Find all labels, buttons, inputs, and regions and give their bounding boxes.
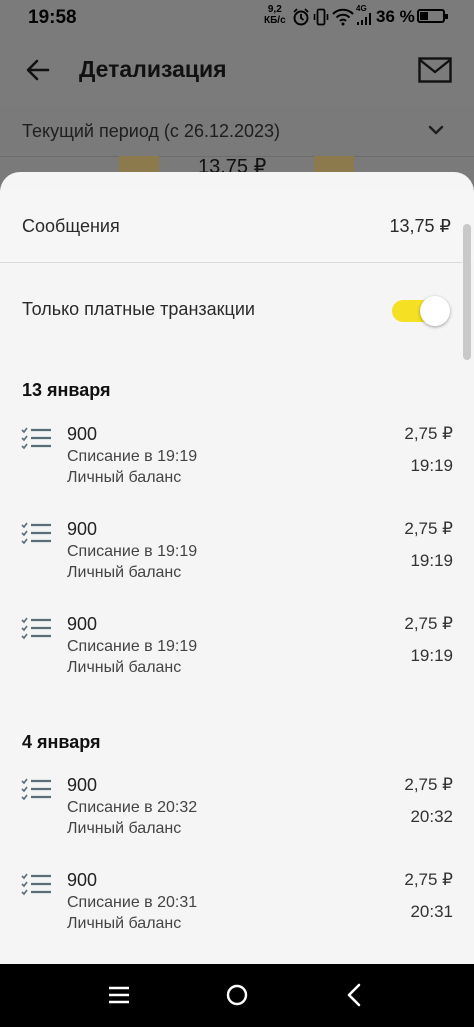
transaction-amount: 2,75 ₽ (404, 614, 453, 633)
recent-apps-icon[interactable] (108, 986, 130, 1004)
transaction-row[interactable]: 900 Списание в 19:19 Личный баланс 2,75 … (0, 424, 474, 512)
transaction-description: Списание в 19:19 (67, 543, 198, 560)
battery-icon (417, 9, 448, 23)
date-heading: 4 января (22, 732, 101, 752)
transaction-amount: 2,75 ₽ (404, 519, 453, 538)
net-speed-value: 9,2 (267, 4, 282, 15)
checklist-icon (21, 778, 51, 801)
summary-value: 13,75 ₽ (389, 216, 452, 236)
transaction-time: 19:19 (410, 646, 453, 665)
transaction-number: 900 (67, 614, 98, 634)
checklist-icon (21, 873, 51, 896)
transaction-time: 19:19 (410, 551, 453, 570)
date-heading: 13 января (22, 380, 111, 400)
transaction-source: Личный баланс (67, 915, 182, 932)
paid-only-toggle[interactable] (392, 296, 452, 326)
transaction-source: Личный баланс (67, 820, 182, 837)
battery-percent: 36 % (376, 7, 415, 26)
page-title: Детализация (79, 56, 227, 82)
transaction-description: Списание в 19:19 (67, 638, 198, 655)
transaction-row[interactable]: 900 Списание в 20:31 Личный баланс 2,75 … (0, 870, 474, 958)
transaction-number: 900 (67, 775, 98, 795)
transaction-source: Личный баланс (67, 564, 182, 581)
scrollbar[interactable] (463, 224, 471, 360)
transaction-number: 900 (67, 519, 98, 539)
net-speed-unit: КБ/с (264, 15, 286, 26)
summary-label: Сообщения (22, 216, 120, 236)
transaction-description: Списание в 19:19 (67, 448, 198, 465)
transaction-row[interactable]: 900 Списание в 19:19 Личный баланс 2,75 … (0, 519, 474, 607)
transaction-row[interactable]: 900 Списание в 19:19 Личный баланс 2,75 … (0, 614, 474, 702)
back-nav-icon[interactable] (345, 983, 363, 1007)
vibrate-icon (313, 8, 329, 26)
status-bar: 19:58 9,2 КБ/с 4G 36 % (0, 0, 474, 34)
home-icon[interactable] (226, 984, 248, 1006)
period-label: Текущий период (с 26.12.2023) (22, 121, 281, 141)
wifi-icon (332, 8, 354, 26)
transaction-source: Личный баланс (67, 469, 182, 486)
bottom-sheet: Сообщения 13,75 ₽ Только платные транзак… (0, 172, 474, 964)
checklist-icon (21, 617, 51, 640)
signal-icon (357, 13, 371, 25)
transaction-amount: 2,75 ₽ (404, 775, 453, 794)
transaction-time: 20:32 (410, 807, 453, 826)
transaction-row[interactable]: 900 Списание в 20:32 Личный баланс 2,75 … (0, 775, 474, 863)
transaction-number: 900 (67, 424, 98, 444)
transaction-description: Списание в 20:32 (67, 799, 198, 816)
alarm-clock-icon (293, 8, 309, 26)
paid-only-label: Только платные транзакции (22, 299, 255, 319)
transaction-source: Личный баланс (67, 659, 182, 676)
transaction-time: 20:31 (410, 902, 453, 921)
app-header (0, 34, 474, 106)
transaction-description: Списание в 20:31 (67, 894, 198, 911)
transaction-number: 900 (67, 870, 98, 890)
transaction-amount: 2,75 ₽ (404, 870, 453, 889)
checklist-icon (21, 427, 51, 450)
checklist-icon (21, 522, 51, 545)
envelope-icon[interactable] (418, 57, 452, 83)
transaction-amount: 2,75 ₽ (404, 424, 453, 443)
status-time: 19:58 (28, 7, 77, 28)
chevron-down-icon[interactable] (427, 123, 445, 137)
transaction-time: 19:19 (410, 456, 453, 475)
arrow-left-icon[interactable] (24, 56, 52, 84)
net-speed: 9,2 КБ/с (264, 4, 286, 26)
divider (0, 262, 462, 263)
